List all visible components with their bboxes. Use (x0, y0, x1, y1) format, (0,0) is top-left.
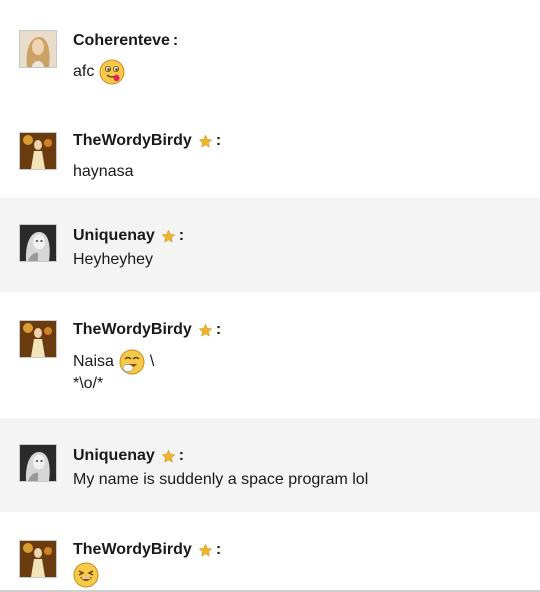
avatar-bw-woman-icon (20, 225, 56, 261)
giggle-emoji-icon (119, 349, 145, 375)
laughing-emoji-icon (73, 562, 99, 588)
user-avatar[interactable] (19, 132, 57, 170)
chat-message: TheWordyBirdy : Naisa \ *\o/* (0, 292, 540, 418)
message-text-line: Naisa (73, 353, 114, 370)
message-text-line: \ (149, 353, 155, 370)
message-text: *\o/* (73, 373, 103, 395)
message-text: haynasa (73, 161, 134, 183)
chat-log: Coherenteve : afc TheWordyBirdy: haynas… (0, 0, 540, 592)
user-avatar[interactable] (19, 540, 57, 578)
chat-message: Coherenteve : afc (0, 0, 540, 106)
username[interactable]: TheWordyBirdy (73, 321, 192, 339)
star-icon (198, 323, 213, 338)
chat-message: Uniquenay : Heyheyhey (0, 198, 540, 292)
star-icon (198, 134, 213, 149)
message-text-line: Heyheyhey (73, 251, 154, 268)
message-text-line: My name is suddenly a space program lol (73, 471, 369, 488)
username[interactable]: Coherenteve (73, 32, 170, 50)
chat-message: TheWordyBirdy : (0, 512, 540, 590)
avatar-golden-stage-icon (20, 133, 56, 169)
star-icon (161, 449, 176, 464)
chat-message: Uniquenay : My name is suddenly a space … (0, 418, 540, 512)
message-header: Uniquenay : (73, 446, 184, 466)
avatar-bw-woman-icon (20, 445, 56, 481)
username[interactable]: TheWordyBirdy (73, 541, 192, 559)
message-text: afc (73, 59, 125, 85)
avatar-blonde-woman-icon (20, 31, 56, 67)
username[interactable]: Uniquenay (73, 447, 155, 465)
user-avatar[interactable] (19, 30, 57, 68)
star-icon (198, 543, 213, 558)
username-colon: : (178, 227, 185, 244)
message-text: My name is suddenly a space program lol (73, 469, 368, 491)
user-avatar[interactable] (19, 224, 57, 262)
tongue-out-emoji-icon (99, 59, 125, 85)
message-text-line: afc (73, 63, 95, 80)
message-header: TheWordyBirdy : (73, 320, 221, 340)
username[interactable]: TheWordyBirdy (73, 132, 192, 150)
message-text-line: haynasa (73, 163, 134, 180)
message-header: TheWordyBirdy : (73, 540, 221, 560)
username-colon: : (215, 321, 222, 338)
star-icon (161, 229, 176, 244)
message-text: Naisa \ (73, 349, 154, 375)
message-header: Uniquenay : (73, 226, 184, 246)
username-colon: : (215, 132, 222, 149)
username-colon: : (178, 447, 185, 464)
username[interactable]: Uniquenay (73, 227, 155, 245)
username-colon: : (172, 32, 179, 49)
avatar-golden-stage-icon (20, 321, 56, 357)
user-avatar[interactable] (19, 320, 57, 358)
user-avatar[interactable] (19, 444, 57, 482)
message-text-line: *\o/* (73, 375, 104, 392)
message-text (73, 562, 99, 588)
message-header: TheWordyBirdy : (73, 131, 221, 151)
message-text: Heyheyhey (73, 249, 153, 271)
message-header: Coherenteve : (73, 31, 178, 51)
username-colon: : (215, 541, 222, 558)
avatar-golden-stage-icon (20, 541, 56, 577)
chat-message: TheWordyBirdy : haynasa (0, 106, 540, 198)
